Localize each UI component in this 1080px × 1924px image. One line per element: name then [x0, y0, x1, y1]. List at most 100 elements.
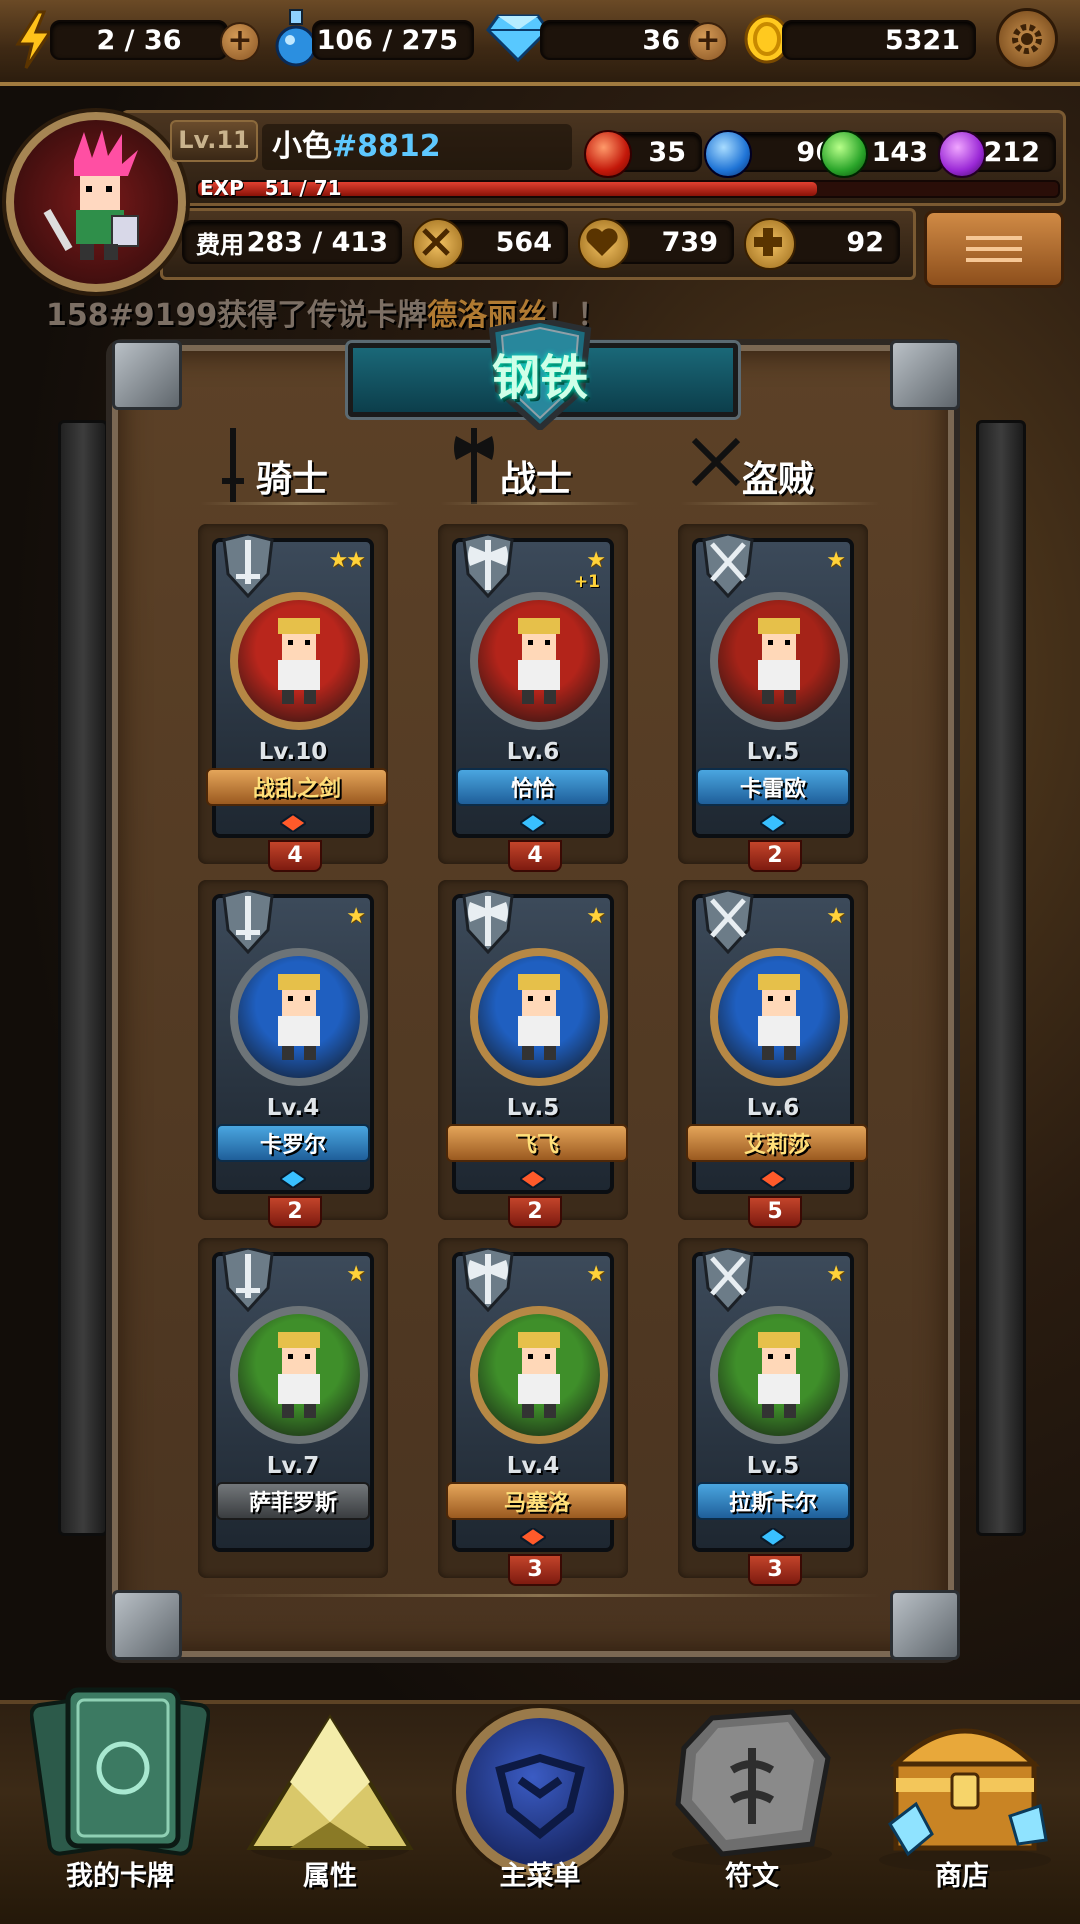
card-level: Lv.6 — [506, 739, 560, 765]
hero-portrait — [470, 1306, 608, 1444]
card-slot-careo[interactable]: ★ Lv.5 卡雷欧 2 — [678, 524, 868, 872]
nav-attributes-label: 属性 — [303, 1861, 357, 1892]
card-slot-rascal[interactable]: ★ Lv.5 拉斯卡尔 3 — [678, 1238, 868, 1586]
card-deck-icon — [29, 1687, 211, 1856]
card-level: Lv.5 — [746, 1453, 800, 1479]
rogue-class-icon — [698, 532, 758, 599]
diamond-counter: 36 — [540, 20, 702, 60]
card-slot-war-blade[interactable]: ★★ Lv.10 战乱之剑 4 — [198, 524, 388, 872]
hero-sprite — [518, 974, 560, 1060]
hero-portrait — [710, 592, 848, 730]
card-slot-chacha[interactable]: ★ +1 Lv.6 恰恰 4 — [438, 524, 628, 872]
knight-class-icon — [218, 532, 278, 599]
card-name: 萨菲罗斯 — [248, 1491, 337, 1516]
gem-icon — [520, 814, 546, 832]
star-rating: ★ — [586, 548, 606, 573]
divider — [440, 502, 640, 505]
avatar[interactable] — [6, 112, 186, 292]
hamburger-menu-button[interactable] — [924, 210, 1064, 288]
card-copy-count: 2 — [748, 840, 802, 872]
card-name: 拉斯卡尔 — [728, 1491, 817, 1516]
card-slot-carol[interactable]: ★ Lv.4 卡罗尔 2 — [198, 880, 388, 1228]
card-name: 战乱之剑 — [252, 777, 341, 802]
rune-stone-icon — [672, 1709, 832, 1866]
hero-portrait — [470, 592, 608, 730]
card[interactable]: ★ Lv.6 艾莉莎 — [686, 888, 868, 1194]
card[interactable]: ★ Lv.4 卡罗尔 — [212, 888, 374, 1194]
gem-icon — [520, 1528, 546, 1546]
resource-bar: 2 / 36 + 106 / 275 36 + 5321 — [0, 0, 1080, 86]
card-slot-feifei[interactable]: ★ Lv.5 飞飞 2 — [438, 880, 628, 1228]
card-slot-marcelo[interactable]: ★ Lv.4 马塞洛 3 — [438, 1238, 628, 1586]
frame-corner — [112, 340, 182, 410]
hero-sprite — [758, 618, 800, 704]
card[interactable]: ★ Lv.7 萨菲罗斯 — [212, 1246, 374, 1552]
left-frame-pillar — [58, 420, 108, 1536]
frame-corner — [890, 1590, 960, 1660]
emblem-icon — [495, 1753, 585, 1840]
card[interactable]: ★ +1 Lv.6 恰恰 — [452, 532, 614, 838]
hero-sprite — [518, 1332, 560, 1418]
card-slot-sephiroth[interactable]: ★ Lv.7 萨菲罗斯 — [198, 1238, 388, 1578]
card-name-plate: 卡雷欧 — [696, 768, 850, 806]
nav-shop-button[interactable] — [870, 1704, 1060, 1874]
nav-main-menu-label: 主菜单 — [499, 1861, 581, 1892]
heal-cross-icon — [744, 218, 796, 270]
add-energy-button[interactable]: + — [220, 22, 260, 62]
card-name: 艾莉莎 — [743, 1133, 810, 1158]
hero-portrait — [230, 1306, 368, 1444]
nav-main-menu-button[interactable] — [456, 1708, 624, 1876]
knight-class-icon — [218, 888, 278, 955]
card-name-plate: 战乱之剑 — [206, 768, 388, 806]
card[interactable]: ★★ Lv.10 战乱之剑 — [206, 532, 388, 838]
card-level: Lv.6 — [746, 1095, 800, 1121]
card-name-plate: 飞飞 — [446, 1124, 628, 1162]
card[interactable]: ★ Lv.5 拉斯卡尔 — [692, 1246, 854, 1552]
nav-attributes-button[interactable] — [240, 1712, 420, 1862]
nav-my-cards-button[interactable] — [29, 1680, 211, 1880]
card-name-plate: 马塞洛 — [446, 1482, 628, 1520]
warrior-class-icon — [458, 532, 518, 599]
frame-corner — [890, 340, 960, 410]
card-level: Lv.7 — [266, 1453, 320, 1479]
gem-icon — [280, 814, 306, 832]
hero-portrait — [710, 1306, 848, 1444]
card-copy-count: 4 — [268, 840, 322, 872]
card-copy-count: 3 — [748, 1554, 802, 1586]
card[interactable]: ★ Lv.5 卡雷欧 — [692, 532, 854, 838]
exp-label-row: EXP 51 / 71 — [200, 176, 342, 200]
deck-title: 钢铁 — [491, 350, 588, 406]
potion-counter: 106 / 275 — [312, 20, 474, 60]
card[interactable]: ★ Lv.5 飞飞 — [446, 888, 628, 1194]
exp-label: EXP — [200, 176, 244, 200]
star-rating: ★ — [826, 1262, 846, 1287]
hero-sprite — [518, 618, 560, 704]
hero-sprite — [758, 1332, 800, 1418]
frame-corner — [112, 1590, 182, 1660]
card-level: Lv.4 — [506, 1453, 560, 1479]
card-slot-elisa[interactable]: ★ Lv.6 艾莉莎 5 — [678, 880, 868, 1228]
card-name-plate: 萨菲罗斯 — [216, 1482, 370, 1520]
gem-icon — [520, 1170, 546, 1188]
class-header-knight: 骑士 — [256, 459, 329, 500]
class-header-warrior: 战士 — [500, 459, 573, 500]
axe-icon — [452, 428, 496, 504]
arcane-orb-icon — [938, 130, 986, 178]
upgrade-plus-label: +1 — [573, 572, 600, 592]
card-name: 卡罗尔 — [259, 1133, 326, 1158]
star-rating: ★ — [346, 1262, 366, 1287]
hero-portrait — [710, 948, 848, 1086]
divider — [200, 502, 400, 505]
add-diamonds-button[interactable]: + — [688, 22, 728, 62]
cost-value: 283 / 413 — [246, 226, 388, 258]
card-name: 恰恰 — [510, 777, 555, 802]
nav-runes-button[interactable] — [662, 1708, 842, 1868]
card-level: Lv.5 — [746, 739, 800, 765]
player-tag: #8812 — [332, 129, 441, 164]
card[interactable]: ★ Lv.4 马塞洛 — [446, 1246, 628, 1552]
card-level: Lv.5 — [506, 1095, 560, 1121]
star-rating: ★★ — [328, 548, 366, 573]
gear-icon[interactable] — [996, 8, 1058, 70]
gold-counter: 5321 — [782, 20, 976, 60]
triforce-icon — [246, 1714, 414, 1862]
